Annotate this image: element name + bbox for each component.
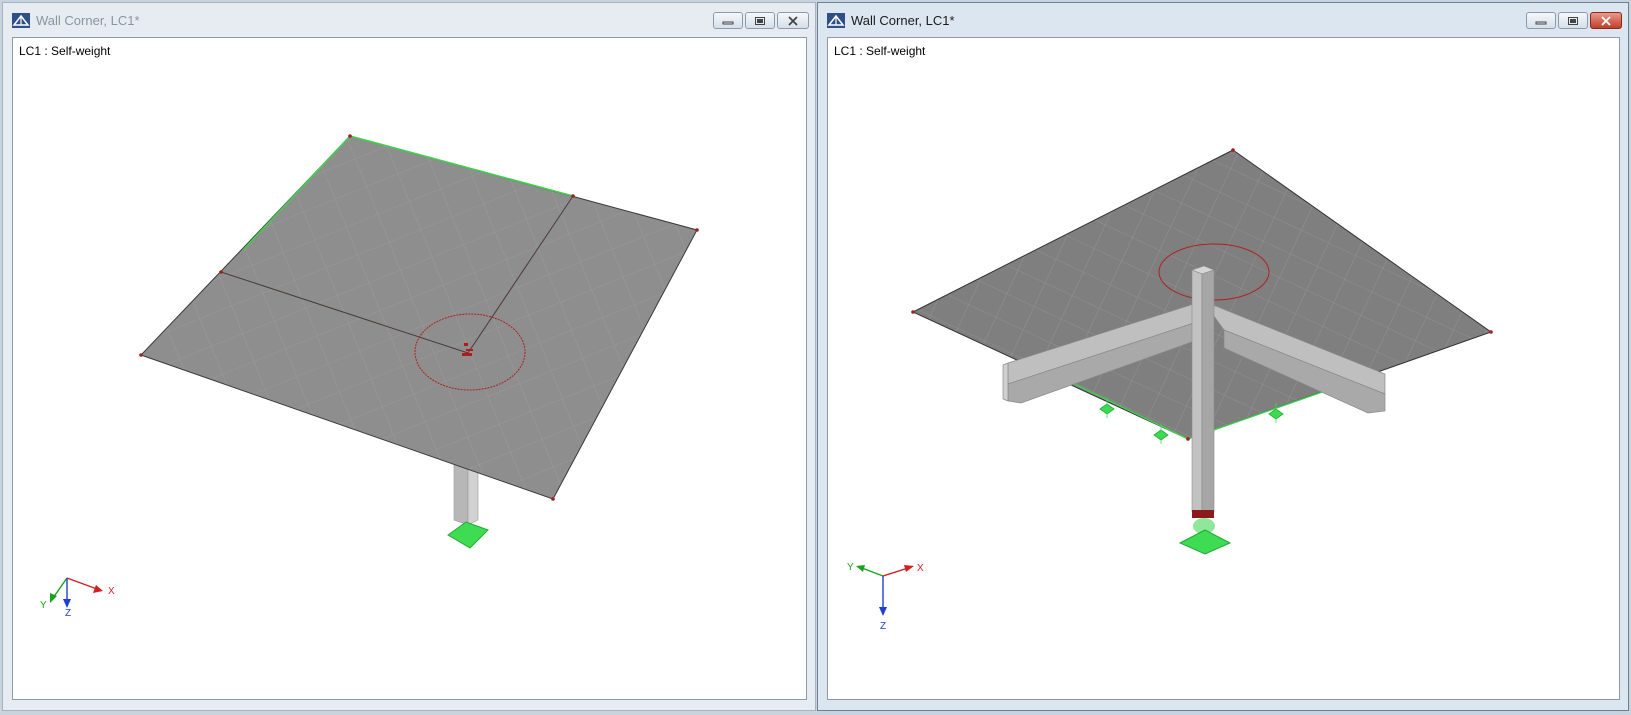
axis-x-label: X — [108, 586, 115, 597]
close-button[interactable] — [1590, 12, 1622, 29]
titlebar[interactable]: Wall Corner, LC1* — [3, 3, 815, 37]
axis-triad: X Y Z — [40, 577, 115, 619]
restore-button[interactable] — [745, 12, 775, 29]
close-icon — [1601, 15, 1611, 26]
axis-y-label: Y — [847, 562, 854, 573]
column — [1191, 265, 1215, 518]
axis-triad: X Y Z — [847, 562, 924, 632]
nodal-support — [1178, 518, 1232, 555]
minimize-icon — [722, 21, 734, 24]
axis-z-label: Z — [65, 608, 71, 619]
close-button[interactable] — [777, 12, 809, 29]
plate-surface — [140, 135, 698, 500]
model-viewport[interactable]: LC1 : Self-weight X Y Z — [12, 37, 807, 700]
window-right[interactable]: Wall Corner, LC1* LC1 : Self-weight X Y … — [817, 2, 1629, 711]
window-title: Wall Corner, LC1* — [851, 12, 955, 28]
restore-icon — [755, 16, 765, 25]
minimize-button[interactable] — [1526, 12, 1556, 29]
app-icon — [12, 12, 30, 28]
window-title: Wall Corner, LC1* — [36, 12, 140, 28]
restore-button[interactable] — [1558, 12, 1588, 29]
model-scene[interactable]: X Y Z — [13, 38, 807, 700]
column — [453, 462, 479, 526]
nodal-support — [447, 521, 489, 549]
minimize-icon — [1535, 21, 1547, 24]
axis-y-label: Y — [40, 600, 47, 611]
titlebar[interactable]: Wall Corner, LC1* — [818, 3, 1628, 37]
model-scene[interactable]: X Y Z — [828, 38, 1620, 700]
minimize-button[interactable] — [713, 12, 743, 29]
restore-icon — [1568, 16, 1578, 25]
model-viewport[interactable]: LC1 : Self-weight X Y Z — [827, 37, 1620, 700]
axis-z-label: Z — [880, 621, 886, 632]
app-icon — [827, 12, 845, 28]
axis-x-label: X — [917, 563, 924, 574]
window-left[interactable]: Wall Corner, LC1* LC1 : Self-weight X Y … — [2, 2, 816, 711]
close-icon — [788, 15, 798, 26]
